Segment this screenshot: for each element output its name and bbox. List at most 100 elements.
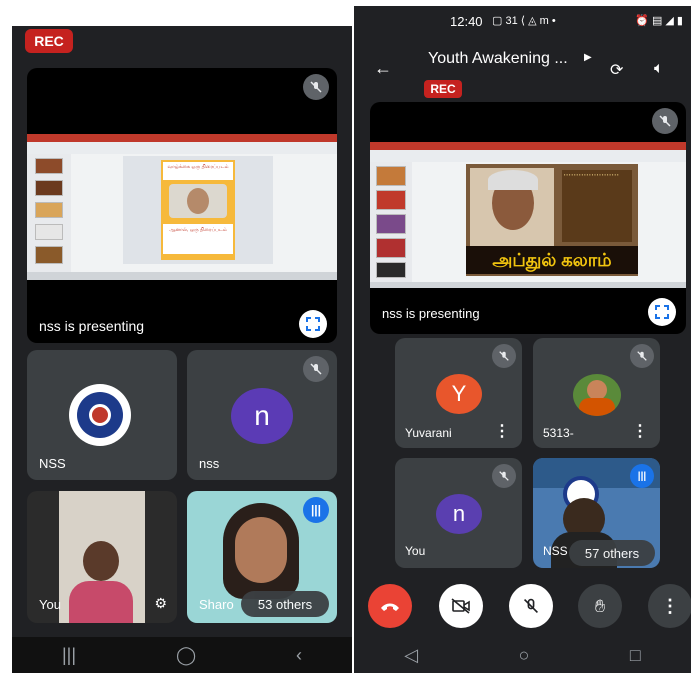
mic-off-icon [303,356,329,382]
thumbnail [35,180,63,196]
title-bar [370,142,686,150]
status-bar [370,282,686,288]
raise-hand-button[interactable]: ✋︎ [578,584,622,628]
participant-name: You [39,597,61,612]
mic-off-icon [523,598,539,614]
battery-icon: ⏰ ▤ ◢ ▮ [635,15,683,27]
photo-body [579,398,615,416]
thumbnail [376,190,406,210]
status-time: 12:40 [450,14,483,29]
home-button[interactable]: ○ [519,645,530,666]
fullscreen-button[interactable] [299,310,327,338]
avatar: Y [436,374,482,414]
camera-switch-icon[interactable]: ⚙ [154,595,167,612]
avatar: n [436,494,482,534]
meeting-title[interactable]: Youth Awakening ... [428,50,568,68]
participant-name: Sharo [199,597,234,612]
android-nav-bar: ◁ ○ □ [354,637,691,673]
participant-tile-yuvarani[interactable]: Y Yuvarani ⋮ [395,338,522,448]
participant-tile-nss-video[interactable]: ||| NSS 57 others [533,458,660,568]
person-body [69,581,133,623]
status-bar [27,272,337,280]
thumbnail [35,158,63,174]
presenting-label: nss is presenting [382,306,480,321]
slide-canvas: வாழ்க்கை ஒரு திரைப்படம் ஆனால், ஒரு திரைப… [123,156,273,264]
slide-text-block: ▪ ▪ ▪ ▪ ▪ ▪ ▪ ▪ ▪ ▪ ▪ ▪ ▪ ▪ ▪ ▪ ▪ ▪ ▪ ▪ … [562,170,632,242]
thumbnail [376,166,406,186]
speaker-icon[interactable]: 🔈︎ [654,60,664,78]
avatar-photo [573,374,621,416]
right-phone-screen: 12:40 ▢ 31 ⟨ ◬ m • ⏰ ▤ ◢ ▮ ← Youth Awake… [354,6,691,673]
switch-camera-icon[interactable]: ⟳ [610,60,623,80]
participant-tile-you[interactable]: You ⚙ [27,491,177,623]
more-options-icon[interactable]: ⋮ [494,424,510,440]
phone-hangup-icon [381,603,399,611]
person-hair [223,503,299,599]
thumbnail [35,246,63,264]
slide-caption: அப்துல் கலாம் [466,246,638,274]
speaking-indicator-icon: ||| [630,464,654,488]
participant-tile-sharo[interactable]: ||| Sharo 53 others [187,491,337,623]
ribbon-bar [27,142,337,154]
speaking-indicator-icon: ||| [303,497,329,523]
person-face [235,517,287,583]
participant-name: nss [199,456,220,471]
mic-off-icon [303,74,329,100]
mic-off-icon [492,344,516,368]
presenting-label: nss is presenting [39,318,145,334]
portrait-image [470,168,554,248]
more-options-button[interactable]: ⋮ [648,584,691,628]
thumbnail [35,202,63,218]
slide-canvas: ▪ ▪ ▪ ▪ ▪ ▪ ▪ ▪ ▪ ▪ ▪ ▪ ▪ ▪ ▪ ▪ ▪ ▪ ▪ ▪ … [466,164,638,276]
hang-up-button[interactable] [368,584,412,628]
participant-name: NSS [543,544,568,558]
slide-thumbnails [370,162,412,282]
others-button[interactable]: 53 others [241,591,329,617]
fullscreen-icon [306,317,320,331]
participant-name: 5313- [543,426,574,440]
photo-face [587,380,607,400]
home-button[interactable]: ◯ [176,645,196,666]
others-button[interactable]: 57 others [569,540,655,566]
logo-ring [77,392,123,438]
camera-toggle-button[interactable] [439,584,483,628]
participant-tile-5313[interactable]: 5313- ⋮ [533,338,660,448]
mic-off-icon [492,464,516,488]
title-chevron-icon[interactable]: ▶ [584,52,592,63]
hand-icon: ✋︎ [594,595,606,616]
person-head [83,541,119,581]
nss-logo [69,384,131,446]
shared-screen: வாழ்க்கை ஒரு திரைப்படம் ஆனால், ஒரு திரைப… [27,134,337,280]
avatar: n [231,388,293,444]
back-arrow-icon[interactable]: ← [374,58,392,79]
mic-off-icon [630,344,654,368]
thumbnail [35,224,63,240]
fullscreen-button[interactable] [648,298,676,326]
left-phone-screen: REC வாழ்க்கை ஒரு திரைப்படம் ஆனால், ஒரு த… [12,26,352,673]
participant-tile-nss[interactable]: NSS [27,350,177,480]
shared-screen: ▪ ▪ ▪ ▪ ▪ ▪ ▪ ▪ ▪ ▪ ▪ ▪ ▪ ▪ ▪ ▪ ▪ ▪ ▪ ▪ … [370,142,686,288]
back-button[interactable]: ‹ [296,645,302,666]
recents-button[interactable]: □ [630,645,641,666]
slide-thumbnails [27,154,71,272]
recents-button[interactable]: ||| [62,645,76,666]
slide-image: வாழ்க்கை ஒரு திரைப்படம் ஆனால், ஒரு திரைப… [161,160,235,260]
more-options-icon[interactable]: ⋮ [632,424,648,440]
title-bar [27,134,337,142]
thumbnail [376,262,406,278]
mic-toggle-button[interactable] [509,584,553,628]
logo-wheel [89,404,111,426]
participant-tile-you[interactable]: n You [395,458,522,568]
rec-badge: REC [25,29,73,53]
ribbon-bar [370,150,686,162]
more-vert-icon: ⋮ [661,595,679,616]
thumbnail [376,238,406,258]
presentation-tile[interactable]: ▪ ▪ ▪ ▪ ▪ ▪ ▪ ▪ ▪ ▪ ▪ ▪ ▪ ▪ ▪ ▪ ▪ ▪ ▪ ▪ … [370,102,686,334]
presentation-tile[interactable]: வாழ்க்கை ஒரு திரைப்படம் ஆனால், ஒரு திரைப… [27,68,337,343]
status-icons: ▢ 31 ⟨ ◬ m • [492,15,556,27]
android-nav-bar: ||| ◯ ‹ [12,637,352,673]
participant-tile-nss-avatar[interactable]: n nss [187,350,337,480]
participant-name: NSS [39,456,66,471]
back-button[interactable]: ◁ [404,645,418,666]
camera-feed [59,491,145,623]
